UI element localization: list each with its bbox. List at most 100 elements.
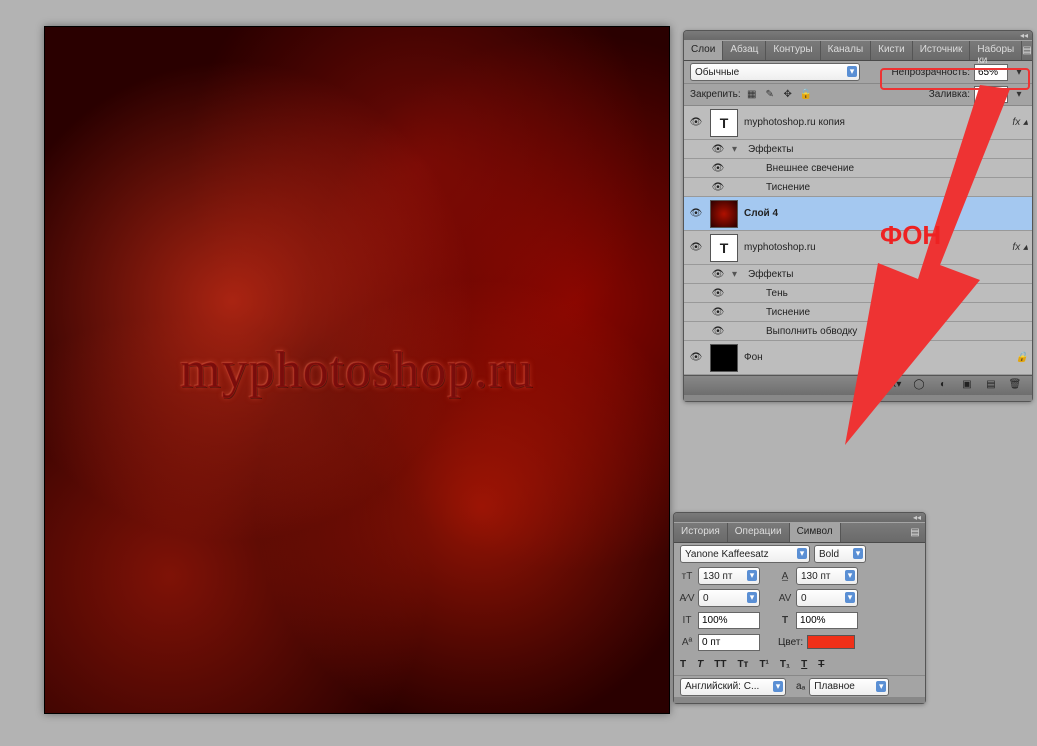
subscript-button[interactable]: T₁	[780, 659, 790, 670]
font-family-select[interactable]: Yanone Kaffeesatz	[680, 545, 810, 563]
fill-label: Заливка:	[929, 89, 970, 100]
layer-row[interactable]: 👁 Tmyphotoshop.ru fx ▴	[684, 231, 1032, 265]
layers-tabbar: СлоиАбзацКонтурыКаналыКистиИсточникНабор…	[684, 41, 1032, 61]
hscale-input[interactable]	[796, 612, 858, 629]
new-layer-icon[interactable]: ▤	[984, 379, 998, 393]
lock-position-icon[interactable]: ✥	[781, 88, 795, 102]
visibility-icon[interactable]: 👁	[710, 288, 726, 299]
document-canvas[interactable]: myphotoshop.ru	[45, 27, 669, 713]
character-panel: ◂◂ ИсторияОперацииСимвол ▤ Yanone Kaffees…	[673, 512, 926, 704]
panel-collapse-strip[interactable]: ◂◂	[684, 31, 1032, 40]
layer-label: Тень	[766, 288, 788, 299]
layer-row[interactable]: 👁 Tmyphotoshop.ru копия fx ▴	[684, 106, 1032, 140]
leading-input[interactable]: 130 пт	[796, 567, 858, 585]
layer-fx-icon[interactable]: fx▾	[888, 379, 902, 393]
visibility-icon[interactable]: 👁	[710, 182, 726, 193]
antialias-select[interactable]: Плавное	[809, 678, 889, 696]
layer-thumb[interactable]: T	[710, 234, 738, 262]
lock-icon[interactable]: 🔒	[1016, 352, 1028, 363]
tab-операции[interactable]: Операции	[728, 523, 790, 542]
visibility-icon[interactable]: 👁	[710, 163, 726, 174]
superscript-button[interactable]: T¹	[759, 659, 768, 670]
lock-all-icon[interactable]: 🔒	[799, 88, 813, 102]
tab-слои[interactable]: Слои	[684, 41, 723, 60]
tab-абзац[interactable]: Абзац	[723, 41, 766, 60]
layer-thumb[interactable]	[710, 200, 738, 228]
scale-row: IT T	[674, 609, 925, 631]
layer-label: Тиснение	[766, 182, 810, 193]
layer-row[interactable]: 👁▾Эффекты	[684, 265, 1032, 284]
smallcaps-button[interactable]: Tᴛ	[737, 659, 748, 670]
adjustment-layer-icon[interactable]: ◐	[936, 379, 950, 393]
layer-list[interactable]: 👁Tmyphotoshop.ru копияfx ▴👁▾Эффекты👁Внеш…	[684, 105, 1032, 375]
baseline-color-row: Aª Цвет:	[674, 631, 925, 653]
strikethrough-button[interactable]: T	[818, 659, 824, 670]
visibility-icon[interactable]: 👁	[710, 307, 726, 318]
layer-label: Эффекты	[748, 269, 793, 280]
text-color-swatch[interactable]	[807, 635, 855, 649]
fx-badge[interactable]: fx ▴	[1012, 242, 1028, 253]
layer-thumb[interactable]	[710, 344, 738, 372]
faux-italic-button[interactable]: T	[697, 659, 703, 670]
layers-footer: ⌘ fx▾ ◯ ◐ ▣ ▤ 🗑	[684, 375, 1032, 395]
link-layers-icon[interactable]: ⌘	[864, 379, 878, 393]
lock-paint-icon[interactable]: ✎	[763, 88, 777, 102]
annotation-highlight	[880, 68, 1030, 90]
tab-источник[interactable]: Источник	[913, 41, 971, 60]
font-weight-select[interactable]: Bold	[814, 545, 866, 563]
annotation-label: ФОН	[880, 220, 941, 251]
layer-row[interactable]: 👁Выполнить обводку	[684, 322, 1032, 341]
kern-track-row: A⁄V 0 AV 0	[674, 587, 925, 609]
layer-row[interactable]: 👁Внешнее свечение	[684, 159, 1032, 178]
layer-mask-icon[interactable]: ◯	[912, 379, 926, 393]
tab-каналы[interactable]: Каналы	[821, 41, 872, 60]
visibility-icon[interactable]: 👁	[688, 208, 704, 219]
layer-row[interactable]: 👁 Тиснение	[684, 303, 1032, 322]
visibility-icon[interactable]: 👁	[710, 144, 726, 155]
tracking-input[interactable]: 0	[796, 589, 858, 607]
baseline-input[interactable]	[698, 634, 760, 651]
layer-row[interactable]: 👁 Тиснение	[684, 178, 1032, 197]
tab-кисти[interactable]: Кисти	[871, 41, 913, 60]
vscale-input[interactable]	[698, 612, 760, 629]
layer-row[interactable]: 👁 Тень	[684, 284, 1032, 303]
allcaps-button[interactable]: TT	[714, 659, 726, 670]
style-buttons-row: T T TT Tᴛ T¹ T₁ T T	[674, 653, 925, 675]
char-collapse-strip[interactable]: ◂◂	[674, 513, 925, 522]
delete-layer-icon[interactable]: 🗑	[1008, 379, 1022, 393]
language-select[interactable]: Английский: С...	[680, 678, 786, 696]
visibility-icon[interactable]: 👁	[710, 269, 726, 280]
kerning-icon: A⁄V	[680, 591, 694, 605]
blend-mode-select[interactable]: Обычные	[690, 63, 860, 81]
tab-контуры[interactable]: Контуры	[766, 41, 820, 60]
visibility-icon[interactable]: 👁	[688, 117, 704, 128]
fx-badge[interactable]: fx ▴	[1012, 117, 1028, 128]
panel-menu-icon[interactable]: ▤	[1022, 41, 1032, 60]
vscale-icon: IT	[680, 613, 694, 627]
canvas-text: myphotoshop.ru	[180, 341, 533, 400]
faux-bold-button[interactable]: T	[680, 659, 686, 670]
font-row: Yanone Kaffeesatz Bold	[674, 543, 925, 565]
tab-история[interactable]: История	[674, 523, 728, 542]
layer-label: myphotoshop.ru копия	[744, 117, 845, 128]
tab-символ[interactable]: Символ	[790, 523, 841, 542]
visibility-icon[interactable]: 👁	[688, 352, 704, 363]
font-size-input[interactable]: 130 пт	[698, 567, 760, 585]
layer-label: myphotoshop.ru	[744, 242, 816, 253]
layer-thumb[interactable]: T	[710, 109, 738, 137]
char-menu-icon[interactable]: ▤	[905, 523, 925, 542]
kerning-input[interactable]: 0	[698, 589, 760, 607]
char-tabbar: ИсторияОперацииСимвол ▤	[674, 523, 925, 543]
visibility-icon[interactable]: 👁	[710, 326, 726, 337]
layer-row[interactable]: 👁Фон🔒	[684, 341, 1032, 375]
layer-row[interactable]: 👁▾Эффекты	[684, 140, 1032, 159]
tab-наборы ки[interactable]: Наборы ки	[970, 41, 1022, 60]
baseline-icon: Aª	[680, 635, 694, 649]
lock-transparency-icon[interactable]: ▦	[745, 88, 759, 102]
layer-row[interactable]: 👁 Слой 4	[684, 197, 1032, 231]
underline-button[interactable]: T	[801, 659, 807, 670]
visibility-icon[interactable]: 👁	[688, 242, 704, 253]
new-group-icon[interactable]: ▣	[960, 379, 974, 393]
layer-label: Слой 4	[744, 208, 778, 219]
layer-label: Тиснение	[766, 307, 810, 318]
